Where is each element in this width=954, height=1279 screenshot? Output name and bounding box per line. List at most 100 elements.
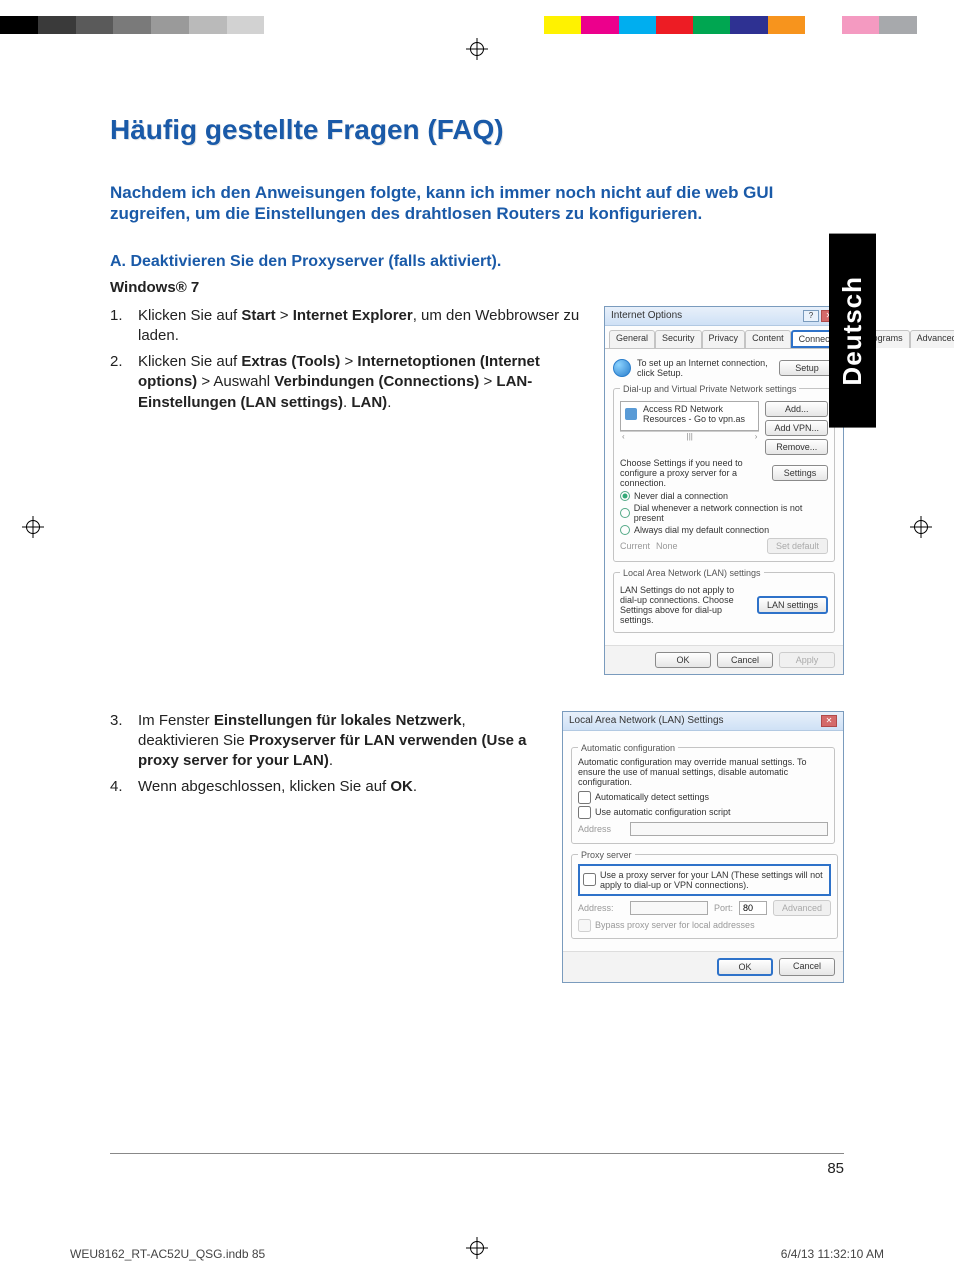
radio-never-dial[interactable]: Never dial a connection [620,491,828,501]
use-proxy-checkbox[interactable]: Use a proxy server for your LAN (These s… [583,870,826,890]
lower-row: 3.Im Fenster Einstellungen für lokales N… [110,711,844,983]
dialup-legend: Dial-up and Virtual Private Network sett… [620,384,799,394]
setup-button[interactable]: Setup [779,360,835,376]
section-a-heading: A. Deaktivieren Sie den Proxyserver (fal… [110,253,844,271]
step-item: 3.Im Fenster Einstellungen für lokales N… [110,711,550,772]
proxy-legend: Proxy server [578,850,635,860]
calib-swatch [189,16,227,34]
connection-listbox[interactable]: Access RD Network Resources - Go to vpn.… [620,401,759,431]
os-label: Windows® 7 [110,279,844,296]
calib-swatch [619,16,656,34]
proxy-port-input [739,901,767,915]
footer-timestamp: 6/4/13 11:32:10 AM [781,1247,884,1261]
step-text: Klicken Sie auf Extras (Tools) > Interne… [138,352,592,413]
radio-always-dial[interactable]: Always dial my default connection [620,525,828,535]
calib-swatch [151,16,189,34]
remove-button[interactable]: Remove... [765,439,828,455]
calib-swatch [879,16,916,34]
page-content: Deutsch Häufig gestellte Fragen (FAQ) Na… [0,34,954,1227]
network-icon [625,408,637,420]
calib-swatch [227,16,265,34]
current-label: Current [620,541,650,551]
radio-dial-when-absent[interactable]: Dial whenever a network connection is no… [620,503,828,523]
proxy-port-label: Port: [714,903,733,913]
add-vpn-button[interactable]: Add VPN... [765,420,828,436]
step-number: 2. [110,352,138,413]
step-text: Klicken Sie auf Start > Internet Explore… [138,306,592,347]
calib-swatch [38,16,76,34]
calib-swatch [917,16,954,34]
tab-general[interactable]: General [609,330,655,348]
step-number: 1. [110,306,138,347]
calib-swatch [0,16,38,34]
lan-legend: Local Area Network (LAN) settings [620,568,764,578]
close-icon[interactable]: ✕ [821,715,837,727]
auto-script-checkbox[interactable]: Use automatic configuration script [578,806,828,819]
calib-swatch [544,16,581,34]
dialog-title: Local Area Network (LAN) Settings [569,715,724,726]
step-text: Wenn abgeschlossen, klicken Sie auf OK. [138,777,550,797]
calib-swatch [842,16,879,34]
calib-swatch [76,16,114,34]
calib-swatch [730,16,767,34]
upper-row: 1.Klicken Sie auf Start > Internet Explo… [110,306,844,675]
auto-config-legend: Automatic configuration [578,743,678,753]
proxy-address-label: Address: [578,903,624,913]
cancel-button[interactable]: Cancel [779,958,835,976]
print-footer: WEU8162_RT-AC52U_QSG.indb 85 6/4/13 11:3… [0,1247,954,1279]
lan-text: LAN Settings do not apply to dial-up con… [620,585,751,625]
tab-bar: GeneralSecurityPrivacyContentConnections… [605,326,843,349]
choose-settings-text: Choose Settings if you need to configure… [620,458,766,488]
calib-swatch [113,16,151,34]
tab-advanced[interactable]: Advanced [910,330,954,348]
calib-swatch [264,16,302,34]
calib-swatch [581,16,618,34]
step-item: 2.Klicken Sie auf Extras (Tools) > Inter… [110,352,592,413]
ok-button[interactable]: OK [655,652,711,668]
calib-swatch [656,16,693,34]
calib-swatch [805,16,842,34]
steps-list-lower: 3.Im Fenster Einstellungen für lokales N… [110,711,550,798]
page-number: 85 [110,1154,844,1177]
list-item: Access RD Network Resources - Go to vpn.… [643,404,754,424]
auto-config-text: Automatic configuration may override man… [578,757,828,787]
step-text: Im Fenster Einstellungen für lokales Net… [138,711,550,772]
tab-security[interactable]: Security [655,330,702,348]
calib-swatch [768,16,805,34]
globe-icon [613,359,631,377]
color-calibration-bar [0,16,954,34]
page-title: Häufig gestellte Fragen (FAQ) [110,114,844,146]
dialog-title: Internet Options [611,310,682,321]
script-address-input [630,822,828,836]
apply-button: Apply [779,652,835,668]
help-button[interactable]: ? [803,310,819,322]
proxy-address-input [630,901,708,915]
lan-settings-dialog: Local Area Network (LAN) Settings ✕ Auto… [562,711,844,983]
language-tab: Deutsch [829,234,876,428]
step-item: 4.Wenn abgeschlossen, klicken Sie auf OK… [110,777,550,797]
step-item: 1.Klicken Sie auf Start > Internet Explo… [110,306,592,347]
set-default-button: Set default [767,538,828,554]
calib-swatch [693,16,730,34]
ok-button[interactable]: OK [717,958,773,976]
advanced-button: Advanced [773,900,831,916]
tab-content[interactable]: Content [745,330,791,348]
current-value: None [656,541,761,551]
script-address-label: Address [578,824,624,834]
steps-list-upper: 1.Klicken Sie auf Start > Internet Explo… [110,306,592,413]
tab-privacy[interactable]: Privacy [702,330,746,348]
cancel-button[interactable]: Cancel [717,652,773,668]
footer-filename: WEU8162_RT-AC52U_QSG.indb 85 [70,1247,265,1261]
faq-question: Nachdem ich den Anweisungen folgte, kann… [110,182,844,225]
registration-mark-icon [466,1237,488,1259]
bypass-local-checkbox: Bypass proxy server for local addresses [578,919,831,932]
auto-detect-checkbox[interactable]: Automatically detect settings [578,791,828,804]
internet-options-dialog: Internet Options ? ✕ GeneralSecurityPriv… [604,306,844,675]
setup-text: To set up an Internet connection, click … [637,358,773,378]
calib-swatch [302,16,340,34]
step-number: 3. [110,711,138,772]
lan-settings-button[interactable]: LAN settings [757,596,828,614]
step-number: 4. [110,777,138,797]
add-button[interactable]: Add... [765,401,828,417]
settings-button[interactable]: Settings [772,465,828,481]
